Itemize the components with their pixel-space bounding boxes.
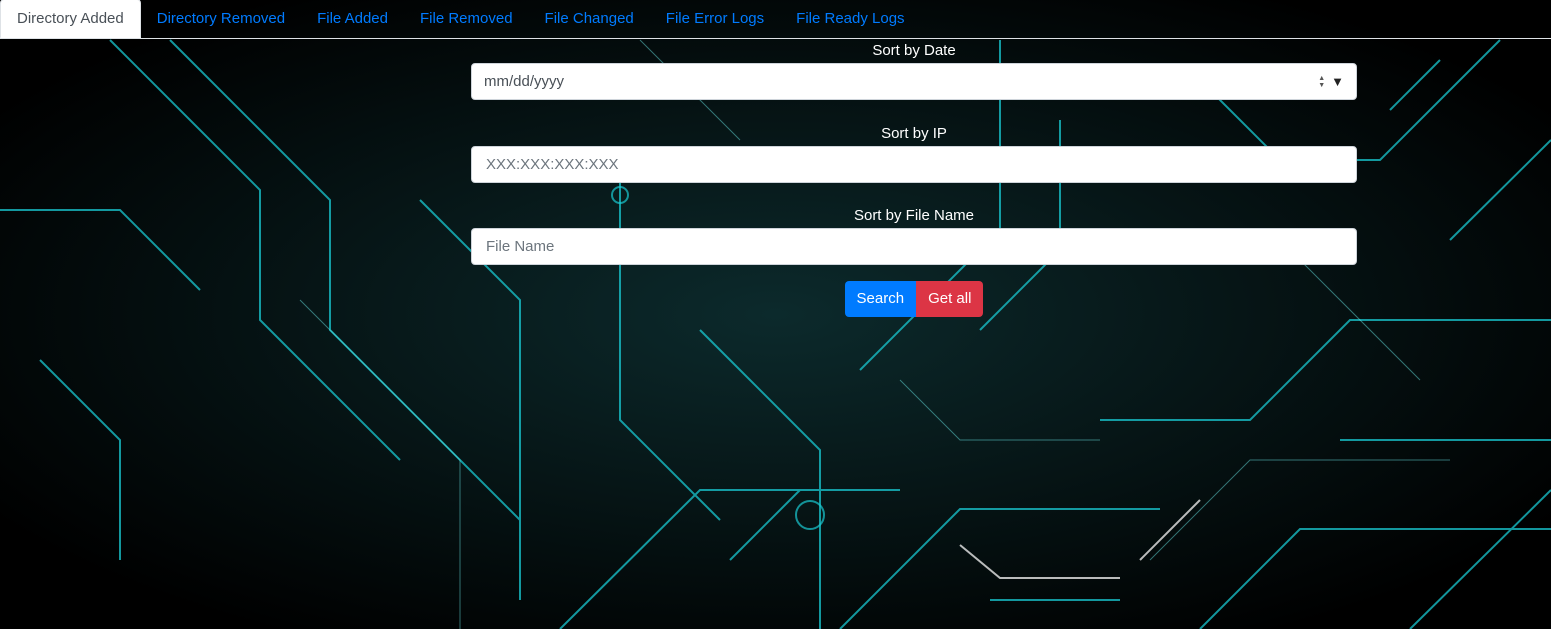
dropdown-arrow-icon[interactable]: ▼ [1331,74,1344,89]
ip-field[interactable] [471,146,1357,183]
file-name-input[interactable] [484,237,1344,256]
button-group: Search Get all [471,281,1357,317]
tab-file-changed[interactable]: File Changed [529,0,650,38]
file-name-label: Sort by File Name [853,207,975,224]
ip-input[interactable] [484,155,1344,174]
tab-directory-removed[interactable]: Directory Removed [141,0,301,38]
filter-form: Sort by Date mm/dd/yyyy ▲ ▼ ▼ Sort by IP … [471,39,1357,317]
ip-label: Sort by IP [881,125,947,142]
date-field[interactable]: mm/dd/yyyy ▲ ▼ ▼ [471,63,1357,100]
tab-file-error-logs[interactable]: File Error Logs [650,0,780,38]
tab-bar: Directory Added Directory Removed File A… [0,0,1551,39]
file-name-field[interactable] [471,228,1357,265]
date-input[interactable]: mm/dd/yyyy [484,73,1318,90]
tab-file-removed[interactable]: File Removed [404,0,529,38]
tab-file-ready-logs[interactable]: File Ready Logs [780,0,920,38]
get-all-button[interactable]: Get all [916,281,984,317]
page: Directory Added Directory Removed File A… [0,0,1551,629]
tab-directory-added[interactable]: Directory Added [0,0,141,38]
spinner-icon[interactable]: ▲ ▼ [1318,75,1325,89]
date-label: Sort by Date [872,42,956,59]
tab-file-added[interactable]: File Added [301,0,404,38]
search-button[interactable]: Search [844,281,917,317]
